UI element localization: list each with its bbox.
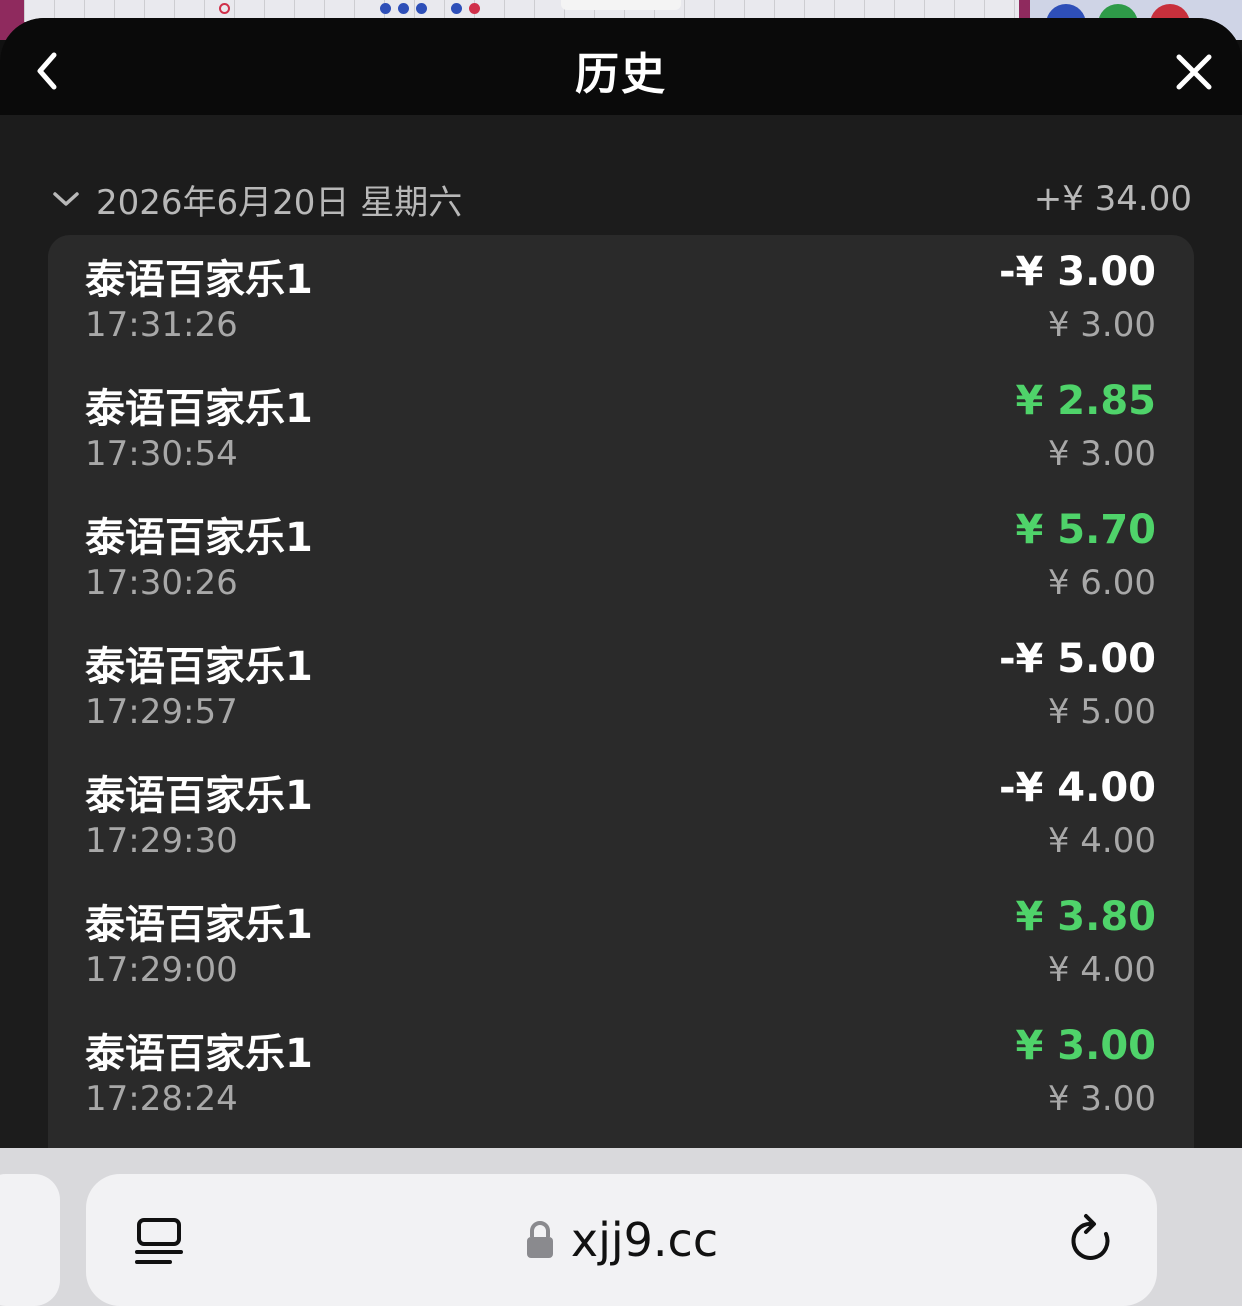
history-sheet: 历史 2026年6月20日 星期六 +¥ 34.00 泰语百家乐1 17:31:… xyxy=(0,18,1242,1148)
result-amount: ¥ 5.70 xyxy=(1015,507,1156,553)
game-name: 泰语百家乐1 xyxy=(85,644,313,690)
list-item[interactable]: 泰语百家乐1 17:31:26 -¥ 3.00 ¥ 3.00 xyxy=(48,235,1194,364)
game-name: 泰语百家乐1 xyxy=(85,515,313,561)
stake-amount: ¥ 4.00 xyxy=(1047,821,1156,861)
stake-amount: ¥ 5.00 xyxy=(1047,692,1156,732)
stake-amount: ¥ 3.00 xyxy=(1047,305,1156,345)
bet-time: 17:29:30 xyxy=(85,821,238,861)
group-date: 2026年6月20日 星期六 xyxy=(96,182,463,223)
date-group-header[interactable]: 2026年6月20日 星期六 +¥ 34.00 xyxy=(50,176,1192,223)
bet-time: 17:30:54 xyxy=(85,434,238,474)
bet-time: 17:29:00 xyxy=(85,950,238,990)
reload-icon[interactable] xyxy=(1066,1212,1118,1268)
board-marker xyxy=(219,3,230,14)
close-button[interactable] xyxy=(1168,46,1220,98)
board-marker xyxy=(398,3,409,14)
game-name: 泰语百家乐1 xyxy=(85,1031,313,1077)
result-amount: ¥ 3.80 xyxy=(1015,894,1156,940)
stake-amount: ¥ 6.00 xyxy=(1047,563,1156,603)
list-item[interactable]: 泰语百家乐1 17:29:00 ¥ 3.80 ¥ 4.00 xyxy=(48,880,1194,1009)
stake-amount: ¥ 3.00 xyxy=(1047,434,1156,474)
bet-time: 17:29:57 xyxy=(85,692,238,732)
chevron-down-icon xyxy=(50,183,82,215)
sheet-header: 历史 xyxy=(0,18,1242,115)
stake-amount: ¥ 4.00 xyxy=(1047,950,1156,990)
stake-amount: ¥ 3.00 xyxy=(1047,1079,1156,1119)
grab-handle[interactable] xyxy=(561,0,681,10)
list-item[interactable]: 泰语百家乐1 17:29:57 -¥ 5.00 ¥ 5.00 xyxy=(48,622,1194,751)
history-list: 泰语百家乐1 17:31:26 -¥ 3.00 ¥ 3.00 泰语百家乐1 17… xyxy=(48,235,1194,1148)
page-title: 历史 xyxy=(575,49,667,100)
board-marker xyxy=(380,3,391,14)
game-name: 泰语百家乐1 xyxy=(85,773,313,819)
url-display[interactable]: xjj9.cc xyxy=(86,1210,1157,1270)
lock-icon xyxy=(526,1221,553,1258)
result-amount: -¥ 3.00 xyxy=(998,249,1156,295)
game-name: 泰语百家乐1 xyxy=(85,386,313,432)
result-amount: -¥ 4.00 xyxy=(998,765,1156,811)
board-marker xyxy=(451,3,462,14)
result-amount: -¥ 5.00 xyxy=(998,636,1156,682)
board-marker xyxy=(469,3,480,14)
url-text: xjj9.cc xyxy=(570,1213,719,1267)
game-name: 泰语百家乐1 xyxy=(85,257,313,303)
bet-time: 17:30:26 xyxy=(85,563,238,603)
game-name: 泰语百家乐1 xyxy=(85,902,313,948)
result-amount: ¥ 3.00 xyxy=(1015,1023,1156,1069)
bet-time: 17:28:24 xyxy=(85,1079,238,1119)
address-bar[interactable]: xjj9.cc xyxy=(86,1174,1157,1306)
board-marker xyxy=(416,3,427,14)
previous-tab[interactable] xyxy=(0,1174,60,1306)
list-item[interactable]: 泰语百家乐1 17:28:24 ¥ 3.00 ¥ 3.00 xyxy=(48,1009,1194,1138)
list-item[interactable]: 泰语百家乐1 17:30:26 ¥ 5.70 ¥ 6.00 xyxy=(48,493,1194,622)
result-amount: ¥ 2.85 xyxy=(1015,378,1156,424)
close-icon xyxy=(1176,54,1212,90)
list-item[interactable]: 泰语百家乐1 17:29:30 -¥ 4.00 ¥ 4.00 xyxy=(48,751,1194,880)
list-item[interactable]: 泰语百家乐1 17:30:54 ¥ 2.85 ¥ 3.00 xyxy=(48,364,1194,493)
group-total: +¥ 34.00 xyxy=(1033,179,1192,219)
browser-toolbar: xjj9.cc xyxy=(0,1148,1242,1306)
bet-time: 17:31:26 xyxy=(85,305,238,345)
